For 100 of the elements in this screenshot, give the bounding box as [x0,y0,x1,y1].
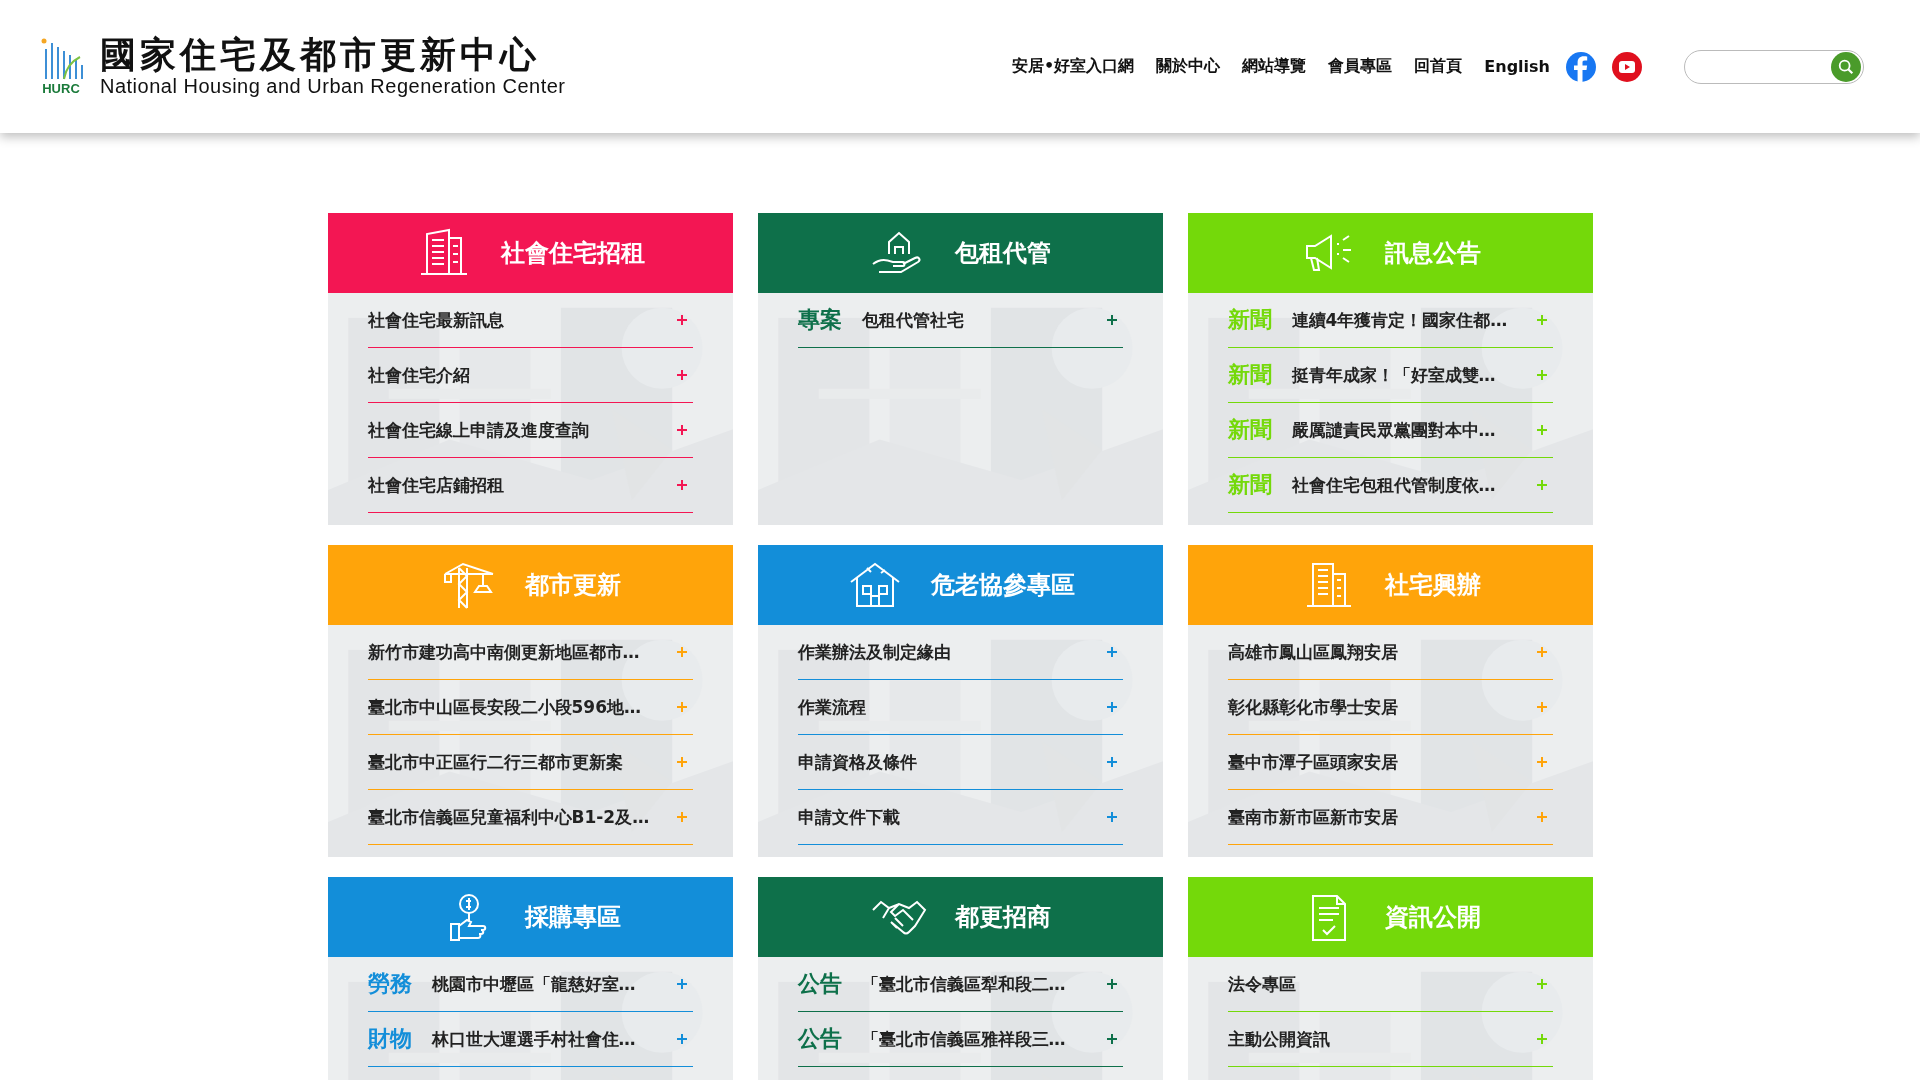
list-item-link[interactable]: 作業流程 [797,680,1123,735]
item-title: 社會住宅介紹 [367,363,471,387]
plus-icon [676,812,687,822]
list-item-link[interactable]: 社會住宅線上申請及進度查詢 [367,403,693,458]
category-tag: 新聞 [1227,415,1272,445]
list-item-link[interactable]: 臺北市中山區長安段二小段596地… [367,680,693,735]
plus-icon [676,425,687,435]
logo-text: HURC [42,81,80,96]
list-item-link[interactable]: 高雄市鳳山區鳳翔安居 [1227,625,1553,680]
plus-icon [1536,1034,1547,1044]
category-tag: 新聞 [1227,360,1272,390]
list-item-link[interactable]: 臺中市潭子區頭家安居 [1227,735,1553,790]
card-title: 都更招商 [955,902,1051,933]
category-tag: 勞務 [367,969,412,999]
category-tag: 新聞 [1227,470,1272,500]
list-item-link[interactable]: 法令專區 [1227,957,1553,1012]
item-title: 連續4年獲肯定！國家住都… [1291,308,1509,332]
card-title: 採購專區 [525,902,621,933]
plus-icon [1106,702,1117,712]
card-title: 資訊公開 [1385,902,1481,933]
item-title: 新竹市建功高中南側更新地區都市… [367,640,641,664]
card-title: 訊息公告 [1385,238,1481,269]
plus-icon [676,702,687,712]
item-title: 包租代管社宅 [861,308,965,332]
nav-link[interactable]: 安居•好室入口網 [1012,56,1135,77]
site-title: 國家住宅及都市更新中心 [100,35,541,75]
search-button[interactable] [1831,51,1861,82]
item-title: 申請資格及條件 [797,750,918,774]
list-item-link[interactable]: 新竹市建功高中南側更新地區都市… [367,625,693,680]
list-item-link[interactable]: 新聞 社會住宅包租代管制度依… [1227,458,1553,513]
nav-link[interactable]: 回首頁 [1414,56,1463,77]
plus-icon [676,370,687,380]
plus-icon [1536,370,1547,380]
category-tag: 新聞 [1227,305,1272,335]
plus-icon [1536,315,1547,325]
item-title: 臺北市中山區長安段二小段596地… [367,695,642,719]
facebook-icon[interactable] [1566,51,1596,82]
category-tag: 公告 [797,1024,842,1054]
nav-link[interactable]: English [1484,57,1550,76]
list-item-link[interactable]: 社會住宅介紹 [367,348,693,403]
list-item-link[interactable]: 新聞 嚴厲譴責民眾黨團對本中… [1227,403,1553,458]
list-item-link[interactable]: 臺北市中正區行二行三都市更新案 [367,735,693,790]
list-item-link[interactable]: 公告 「臺北市信義區雅祥段三… [797,1012,1123,1067]
item-title: 林口世大運選手村社會住… [431,1027,637,1051]
nav-link[interactable]: 網站導覽 [1242,56,1307,77]
plus-icon [1106,812,1117,822]
item-title: 「臺北市信義區犁和段二… [861,972,1067,996]
plus-icon [1106,647,1117,657]
card-title: 包租代管 [955,238,1051,269]
site-subtitle: National Housing and Urban Regeneration Center [100,74,566,98]
list-item-link[interactable]: 社會住宅最新訊息 [367,293,693,348]
plus-icon [1536,647,1547,657]
item-title: 「臺北市信義區雅祥段三… [861,1027,1067,1051]
list-item-link[interactable]: 財物 林口世大運選手村社會住… [367,1012,693,1067]
plus-icon [1536,480,1547,490]
plus-icon [676,315,687,325]
item-title: 高雄市鳳山區鳳翔安居 [1227,640,1399,664]
category-tag: 專案 [797,305,842,335]
item-title: 社會住宅包租代管制度依… [1291,473,1497,497]
item-title: 挺青年成家！「好室成雙… [1291,363,1497,387]
list-item-link[interactable]: 臺北市信義區兒童福利中心B1-2及… [367,790,693,845]
list-item-link[interactable]: 專案 包租代管社宅 [797,293,1123,348]
plus-icon [1536,812,1547,822]
item-title: 作業辦法及制定緣由 [797,640,952,664]
list-item-link[interactable]: 臺南市新市區新市安居 [1227,790,1553,845]
nav-link[interactable]: 關於中心 [1156,56,1221,77]
search-icon [1837,57,1855,76]
list-item-link[interactable]: 彰化縣彰化市學士安居 [1227,680,1553,735]
item-title: 嚴厲譴責民眾黨團對本中… [1291,418,1497,442]
list-item-link[interactable]: 勞務 桃園市中壢區「龍慈好室… [367,957,693,1012]
nav-link[interactable]: 會員專區 [1328,56,1393,77]
list-item-link[interactable]: 新聞 連續4年獲肯定！國家住都… [1227,293,1553,348]
item-title: 臺中市潭子區頭家安居 [1227,750,1399,774]
item-title: 臺北市信義區兒童福利中心B1-2及… [367,805,651,829]
item-title: 社會住宅線上申請及進度查詢 [367,418,590,442]
category-tag: 財物 [367,1024,412,1054]
plus-icon [676,1034,687,1044]
list-item-link[interactable]: 申請文件下載 [797,790,1123,845]
card-title: 危老協參專區 [931,570,1075,601]
item-title: 臺南市新市區新市安居 [1227,805,1399,829]
plus-icon [676,647,687,657]
list-item-link[interactable]: 主動公開資訊 [1227,1012,1553,1067]
plus-icon [1106,315,1117,325]
list-item-link[interactable]: 新聞 挺青年成家！「好室成雙… [1227,348,1553,403]
list-item-link[interactable]: 作業辦法及制定緣由 [797,625,1123,680]
item-title: 作業流程 [797,695,867,719]
category-tag: 公告 [797,969,842,999]
card-title: 社會住宅招租 [501,238,645,269]
plus-icon [676,480,687,490]
card-title: 都市更新 [525,570,621,601]
plus-icon [676,757,687,767]
list-item-link[interactable]: 申請資格及條件 [797,735,1123,790]
list-item-link[interactable]: 公告 「臺北市信義區犁和段二… [797,957,1123,1012]
plus-icon [1106,979,1117,989]
plus-icon [1106,1034,1117,1044]
youtube-icon[interactable] [1612,51,1642,82]
item-title: 申請文件下載 [797,805,901,829]
plus-icon [1536,757,1547,767]
card-title: 社宅興辦 [1385,570,1481,601]
list-item-link[interactable]: 社會住宅店鋪招租 [367,458,693,513]
